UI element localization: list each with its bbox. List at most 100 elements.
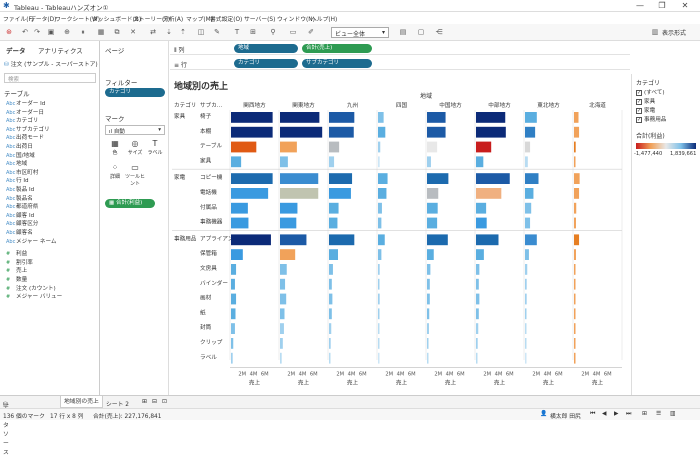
bar-mark[interactable] — [476, 338, 478, 349]
tooltip-toggle-icon[interactable]: ▢ — [416, 27, 426, 37]
datasource-row[interactable]: ⛁ 注文 (サンプル - スーパーストア) — [4, 59, 98, 68]
bar-mark[interactable] — [329, 141, 340, 153]
dimension-field[interactable]: Abc行 Id — [6, 176, 29, 184]
mark-button-label[interactable]: T ラベル — [145, 139, 165, 159]
bar-mark[interactable] — [329, 249, 338, 260]
save-icon[interactable]: ▣ — [46, 27, 56, 37]
bar-mark[interactable] — [280, 338, 283, 349]
presentation-icon[interactable]: ▤ — [398, 27, 408, 37]
bar-mark[interactable] — [378, 188, 387, 199]
bar-mark[interactable] — [574, 141, 576, 153]
measure-field[interactable]: # 注文 (カウント) — [6, 284, 56, 292]
menu-format[interactable]: 書式設定(O) — [210, 14, 242, 23]
bar-mark[interactable] — [329, 234, 355, 246]
bar-mark[interactable] — [329, 173, 353, 184]
bar-mark[interactable] — [574, 338, 576, 349]
bar-mark[interactable] — [476, 308, 479, 320]
filter-option-electronics[interactable]: ✓ 家電 — [636, 106, 655, 114]
sort-ascending-icon[interactable]: ⇣ — [164, 27, 174, 37]
bar-mark[interactable] — [574, 308, 576, 320]
bar-mark[interactable] — [231, 323, 235, 334]
bar-mark[interactable] — [427, 156, 431, 168]
bar-mark[interactable] — [525, 234, 537, 246]
filter-option-all[interactable]: ✓ (すべて) — [636, 88, 665, 96]
menu-map[interactable]: マップ(M) — [186, 14, 213, 23]
menu-analysis[interactable]: 分析(A) — [163, 14, 183, 23]
nav-first-icon[interactable]: ⏮ — [590, 411, 595, 418]
menu-help[interactable]: ヘルプ(H) — [311, 14, 337, 23]
dimension-field[interactable]: Abc市区町村 — [6, 168, 38, 176]
bar-mark[interactable] — [476, 249, 484, 260]
group-icon[interactable]: ◫ — [196, 27, 206, 37]
bar-mark[interactable] — [525, 323, 527, 334]
show-me-button[interactable]: 表示形式 — [662, 28, 686, 37]
measure-field[interactable]: # メジャー バリュー — [6, 292, 62, 300]
bar-mark[interactable] — [525, 352, 527, 364]
bar-mark[interactable] — [574, 264, 576, 275]
bar-mark[interactable] — [231, 338, 234, 349]
bar-mark[interactable] — [525, 202, 532, 214]
bar-mark[interactable] — [427, 126, 446, 138]
bar-mark[interactable] — [329, 308, 332, 320]
share-icon[interactable]: ⋲ — [434, 27, 444, 37]
bar-mark[interactable] — [231, 202, 248, 214]
bar-mark[interactable] — [329, 188, 351, 199]
dimension-field[interactable]: Abc出荷モード — [6, 133, 44, 141]
bar-mark[interactable] — [525, 278, 527, 290]
rows-pill-subcategory[interactable]: サブカテゴリ — [302, 59, 372, 68]
bar-mark[interactable] — [329, 112, 355, 123]
bar-mark[interactable] — [378, 234, 385, 246]
bar-mark[interactable] — [231, 188, 269, 199]
bar-mark[interactable] — [574, 278, 576, 290]
view-size-select[interactable]: ビュー全体 ▾ — [331, 27, 389, 38]
dimension-field[interactable]: Abcカテゴリ — [6, 116, 38, 124]
bar-mark[interactable] — [378, 338, 380, 349]
list-view-icon[interactable]: ☰ — [656, 411, 661, 417]
bar-mark[interactable] — [476, 112, 506, 123]
bar-mark[interactable] — [231, 217, 249, 229]
mark-type-select[interactable]: ıl 自動 ▾ — [105, 125, 165, 135]
bar-mark[interactable] — [231, 173, 273, 184]
bar-mark[interactable] — [476, 188, 502, 199]
close-button[interactable]: ✕ — [675, 1, 695, 11]
bar-mark[interactable] — [280, 217, 297, 229]
menu-window[interactable]: ウィンドウ(N) — [277, 14, 315, 23]
sheet-tab[interactable]: シート 2 — [106, 399, 129, 408]
bar-mark[interactable] — [476, 352, 478, 364]
dimension-field[interactable]: Abcオーダー Id — [6, 99, 45, 107]
bar-mark[interactable] — [329, 202, 339, 214]
bar-mark[interactable] — [574, 323, 576, 334]
filter-option-furniture[interactable]: ✓ 家具 — [636, 97, 655, 105]
marks-pill-profit[interactable]: ▦ 合計(利益) — [105, 199, 155, 208]
filter-pill-category[interactable]: カテゴリ — [105, 88, 165, 97]
bar-mark[interactable] — [476, 126, 506, 138]
pause-updates-icon[interactable]: ⏸ — [78, 27, 88, 37]
bar-mark[interactable] — [329, 338, 331, 349]
bar-mark[interactable] — [574, 234, 580, 246]
tab-analytics[interactable]: アナリティクス — [38, 45, 83, 55]
bar-mark[interactable] — [378, 202, 382, 214]
bar-mark[interactable] — [427, 173, 449, 184]
dimension-field[interactable]: Abcオーダー日 — [6, 108, 44, 116]
clear-sheet-icon[interactable]: ✕ — [128, 27, 138, 37]
mark-button-detail[interactable]: ⁘ 詳細 — [105, 163, 125, 183]
dimension-field[interactable]: Abc都道府県 — [6, 202, 38, 210]
bar-mark[interactable] — [231, 352, 233, 364]
bar-mark[interactable] — [378, 173, 388, 184]
bar-mark[interactable] — [280, 126, 323, 138]
measure-field[interactable]: # 割引率 — [6, 258, 33, 266]
bar-mark[interactable] — [525, 338, 527, 349]
bar-mark[interactable] — [427, 112, 446, 123]
bar-mark[interactable] — [427, 293, 430, 305]
mark-button-tooltip[interactable]: ▭ ツールヒント — [125, 163, 145, 187]
bar-mark[interactable] — [280, 173, 319, 184]
bar-mark[interactable] — [525, 126, 536, 138]
bar-mark[interactable] — [280, 141, 297, 153]
duplicate-sheet-icon[interactable]: ⧉ — [112, 27, 122, 37]
color-legend-gradient[interactable] — [636, 143, 696, 149]
bar-mark[interactable] — [525, 188, 534, 199]
new-dashboard-icon[interactable]: ⊟ — [152, 399, 157, 405]
bar-mark[interactable] — [231, 156, 242, 168]
bar-mark[interactable] — [476, 217, 487, 229]
bar-mark[interactable] — [231, 126, 273, 138]
